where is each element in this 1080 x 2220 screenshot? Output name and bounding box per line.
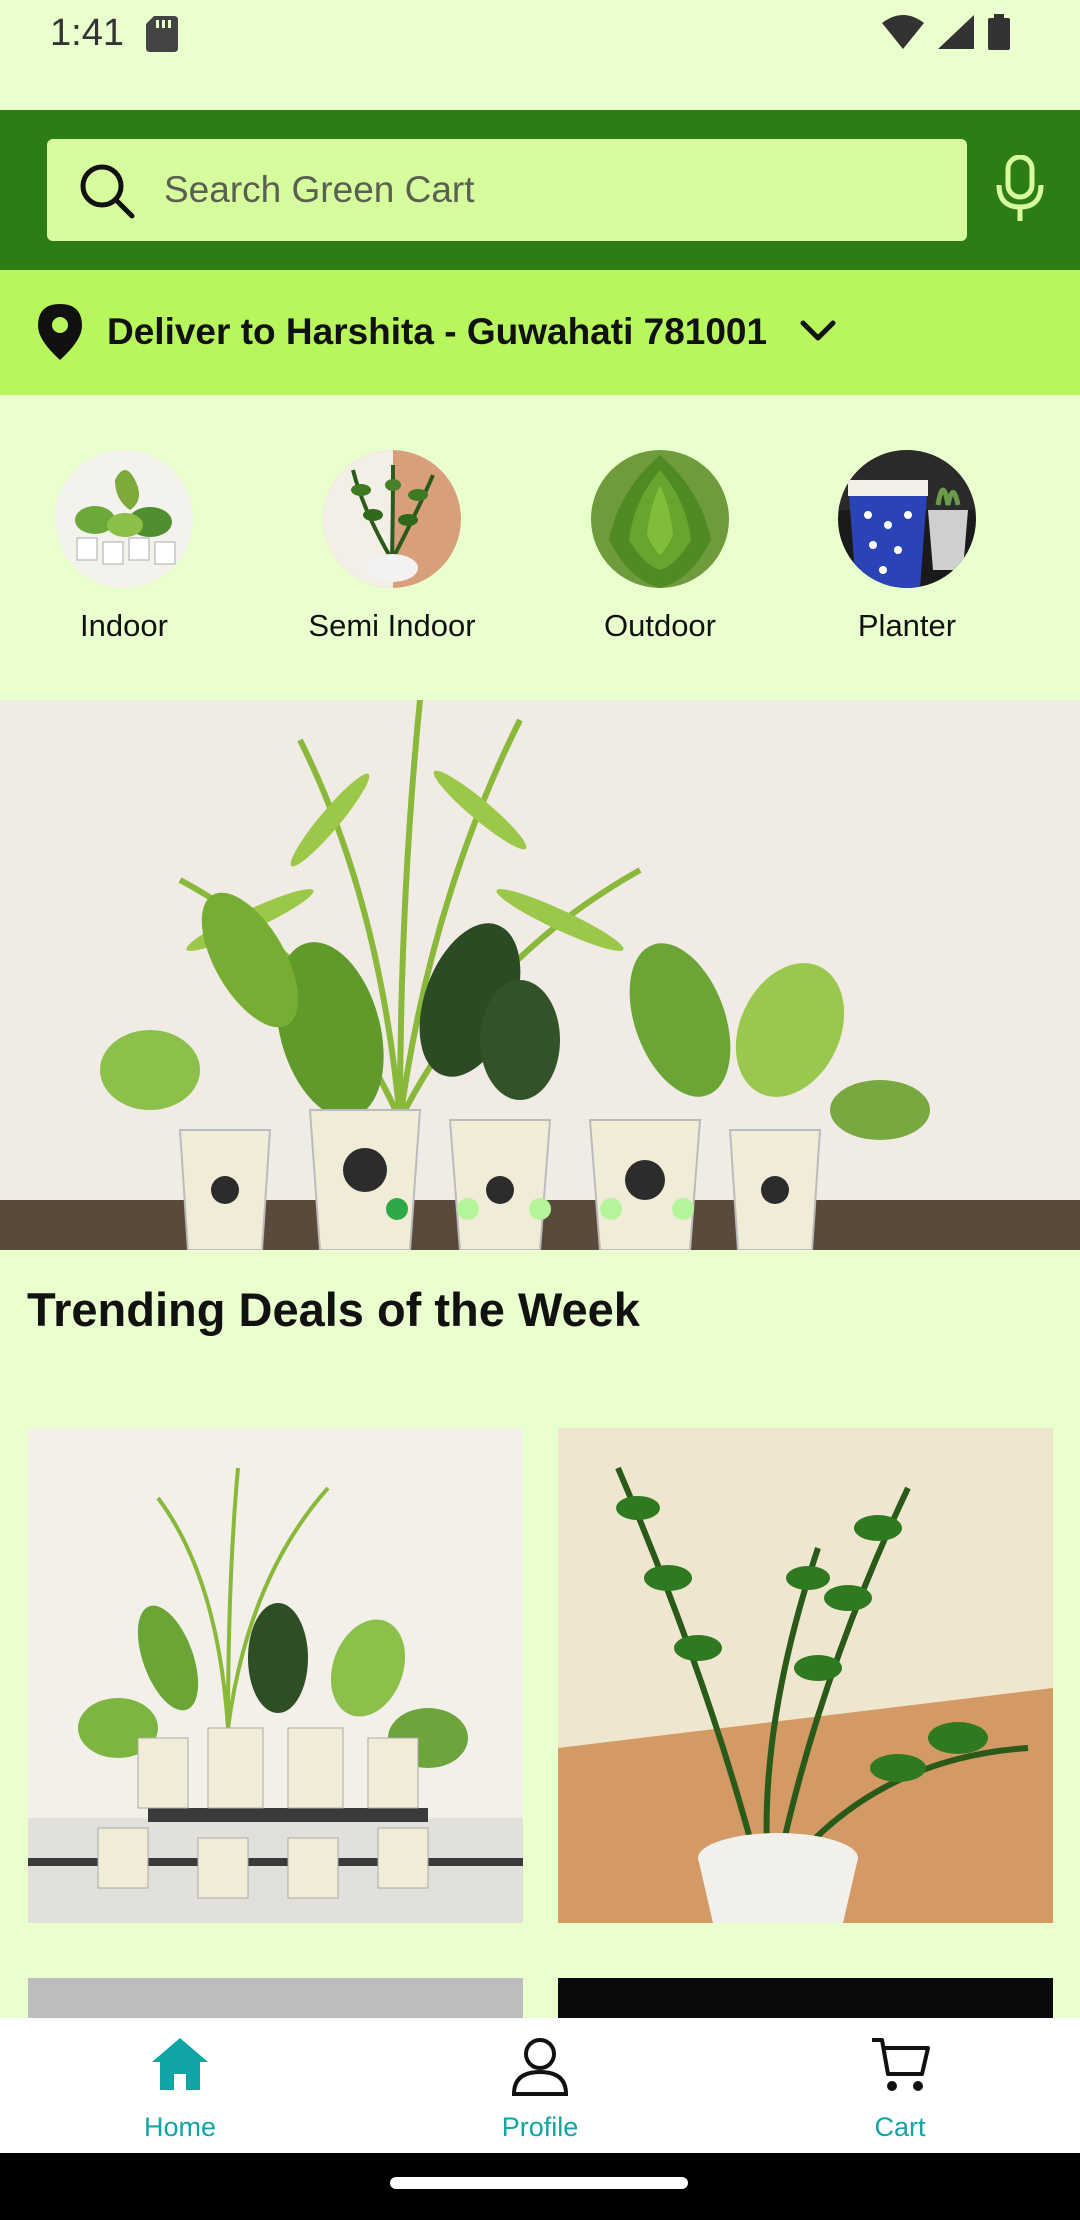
product-image [558,1428,1053,1923]
nav-profile[interactable]: Profile [360,2018,720,2153]
delivery-address: Deliver to Harshita - Guwahati 781001 [107,311,768,352]
product-card[interactable] [28,1978,523,2018]
wifi-icon [882,15,924,49]
category-semi-indoor-image [323,450,461,588]
category-outdoor-image [591,450,729,588]
category-indoor[interactable]: Indoor [24,450,224,644]
nav-cart[interactable]: Cart [720,2018,1080,2153]
category-row: Indoor Semi Indoor Outdoor Planter [0,395,1080,700]
chevron-down-icon[interactable] [800,320,836,342]
category-planter[interactable]: Planter [807,450,1007,644]
location-pin-icon [38,304,82,360]
pagination-dot[interactable] [672,1198,694,1220]
nav-home[interactable]: Home [0,2018,360,2153]
category-label: Outdoor [603,608,716,643]
banner-image [0,700,1080,1250]
search-placeholder: Search Green Cart [164,169,475,210]
nav-label: Profile [501,2112,579,2142]
cart-icon [872,2038,930,2091]
nav-label: Home [143,2112,217,2142]
pagination-dot[interactable] [457,1198,479,1220]
home-gesture-handle[interactable] [390,2177,688,2189]
product-card[interactable] [28,1428,523,1923]
category-label: Planter [857,608,957,643]
home-icon [152,2038,208,2090]
pagination-dot[interactable] [529,1198,551,1220]
section-title: Trending Deals of the Week [27,1283,640,1336]
search-input[interactable]: Search Green Cart [47,139,967,241]
promo-banner[interactable] [0,700,1080,1250]
category-label: Semi Indoor [308,608,476,643]
status-time: 1:41 [50,12,124,54]
banner-pagination [0,1198,1080,1222]
battery-icon [988,14,1010,50]
category-outdoor[interactable]: Outdoor [560,450,760,644]
pagination-dot[interactable] [600,1198,622,1220]
category-planter-image [838,450,976,588]
search-icon [80,164,135,219]
status-bar: 1:41 [0,0,1080,110]
category-semi-indoor[interactable]: Semi Indoor [292,450,492,644]
sd-card-icon [146,16,178,52]
profile-icon [511,2038,569,2096]
gesture-navigation-bar [0,2153,1080,2220]
product-image [28,1428,523,1923]
mic-icon[interactable] [995,155,1045,223]
system-icons [882,14,1010,50]
delivery-location-bar[interactable]: Deliver to Harshita - Guwahati 781001 [0,270,1080,395]
pagination-dot-active[interactable] [386,1198,408,1220]
category-indoor-image [55,450,193,588]
nav-label: Cart [874,2112,926,2142]
category-label: Indoor [80,608,168,643]
product-card[interactable] [558,1428,1053,1923]
product-card[interactable] [558,1978,1053,2018]
bottom-navigation: Home Profile Cart [0,2018,1080,2153]
search-header: Search Green Cart [0,110,1080,270]
signal-icon [938,15,974,49]
